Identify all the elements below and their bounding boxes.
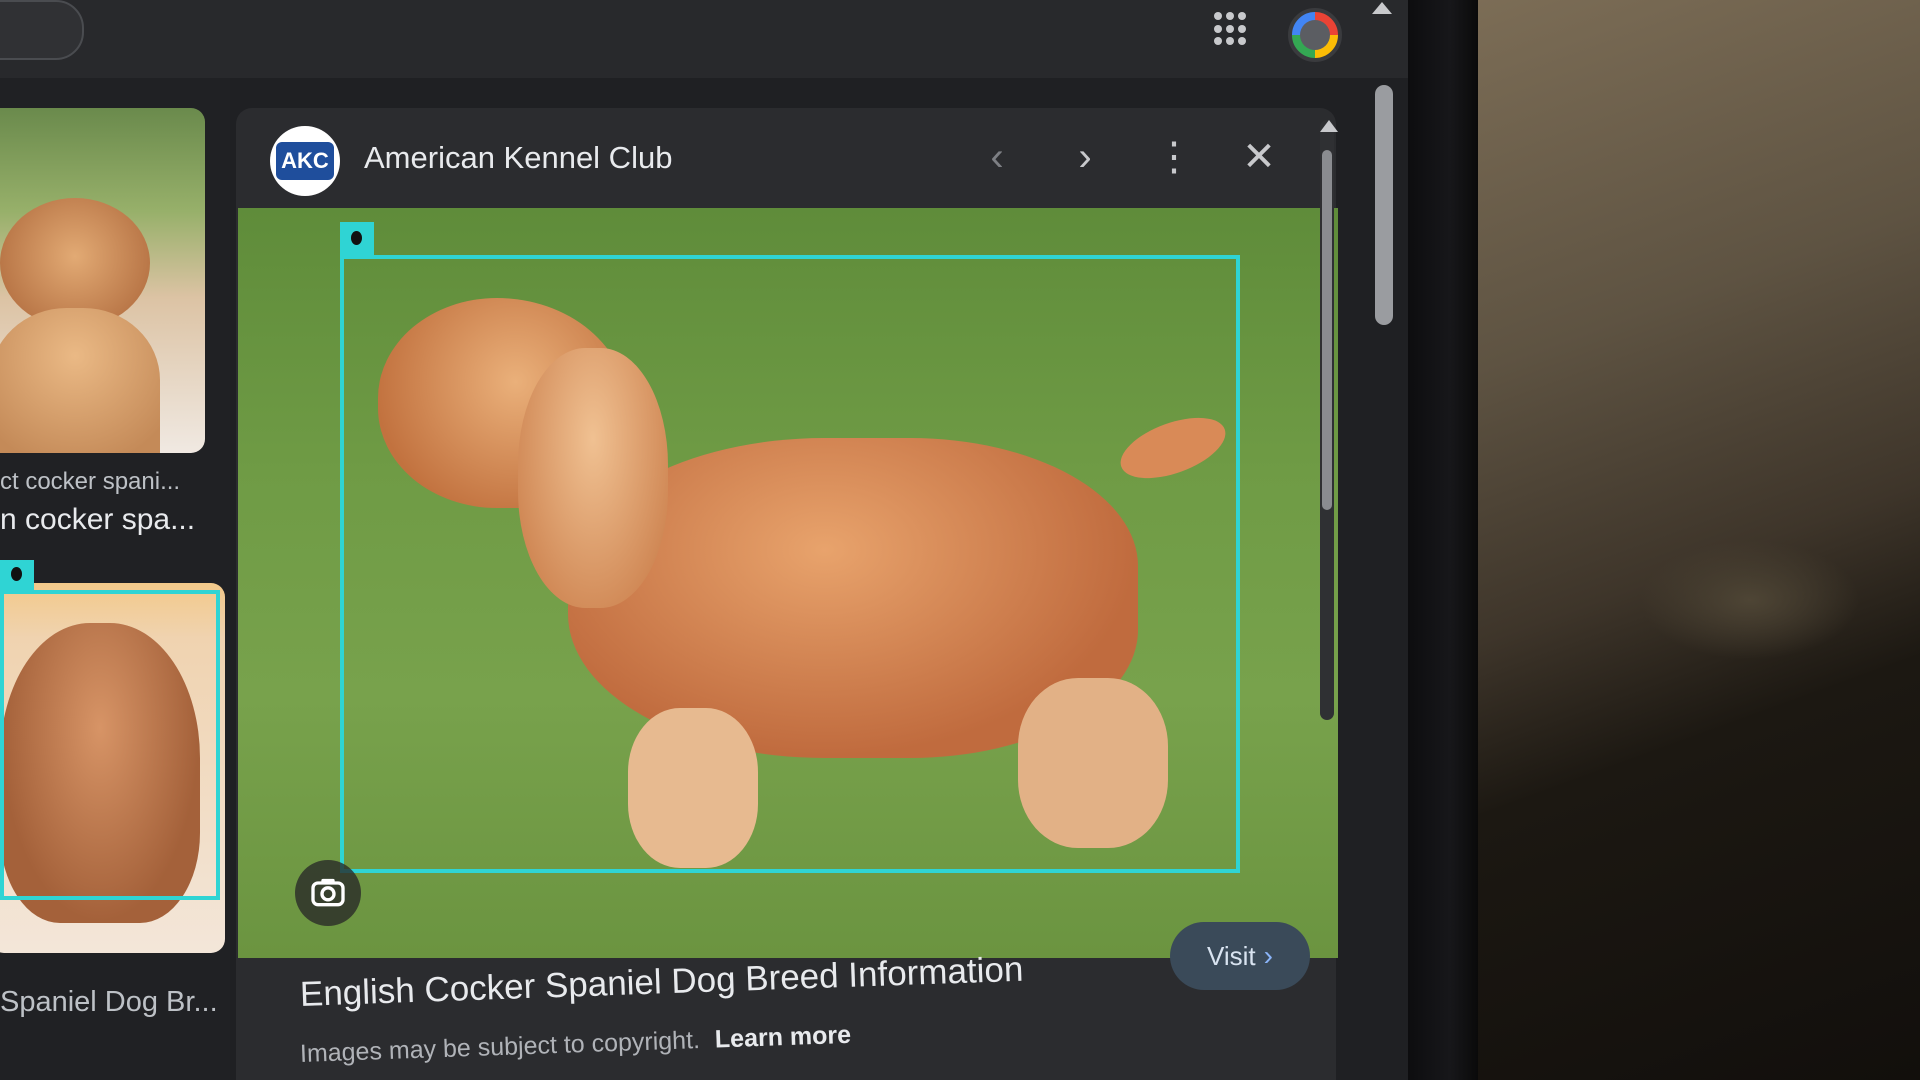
selection-tag-main <box>340 222 374 255</box>
puppy-body <box>0 308 160 453</box>
scroll-up-icon[interactable] <box>1320 120 1338 132</box>
site-logo[interactable]: AKC <box>270 126 340 196</box>
site-logo-text: AKC <box>276 142 334 180</box>
lens-camera-icon <box>311 878 345 907</box>
selection-tag-2 <box>0 560 34 590</box>
more-options-icon[interactable]: ⋮ <box>1151 136 1197 182</box>
next-icon[interactable]: › <box>1062 136 1108 182</box>
background-light <box>1640 540 1860 660</box>
top-bar <box>0 0 1408 78</box>
search-box[interactable] <box>0 0 84 60</box>
image-results-column: ct cocker spani... n cocker spa... Spani… <box>0 78 230 1080</box>
previous-icon[interactable]: ‹ <box>974 136 1020 182</box>
page-scroll-up-icon[interactable] <box>1372 2 1392 14</box>
chevron-right-icon: › <box>1263 940 1273 971</box>
apps-grid-icon[interactable] <box>1214 12 1248 46</box>
result-source-1[interactable]: ct cocker spani... <box>0 468 230 496</box>
browser-screen: ct cocker spani... n cocker spa... Spani… <box>0 0 1408 1080</box>
result-title-1[interactable]: n cocker spa... <box>0 503 230 537</box>
panel-scrollbar-thumb[interactable] <box>1322 150 1332 510</box>
selection-box-main[interactable] <box>340 255 1240 873</box>
result-thumbnail-1[interactable] <box>0 108 205 453</box>
avatar-image <box>1300 20 1330 50</box>
laptop-bezel <box>1408 0 1478 1080</box>
selection-box-2 <box>0 590 220 900</box>
lens-search-icon[interactable] <box>295 860 361 926</box>
site-name[interactable]: American Kennel Club <box>364 140 672 176</box>
account-avatar[interactable] <box>1288 8 1342 62</box>
visit-button[interactable]: Visit › <box>1170 922 1310 990</box>
result-title-2[interactable]: Spaniel Dog Br... <box>0 986 230 1019</box>
close-icon[interactable]: ✕ <box>1236 136 1282 182</box>
page-scrollbar-thumb[interactable] <box>1375 85 1393 325</box>
visit-label: Visit <box>1207 940 1256 971</box>
background-wall <box>1470 0 1920 1080</box>
learn-more-link[interactable]: Learn more <box>714 1021 851 1054</box>
